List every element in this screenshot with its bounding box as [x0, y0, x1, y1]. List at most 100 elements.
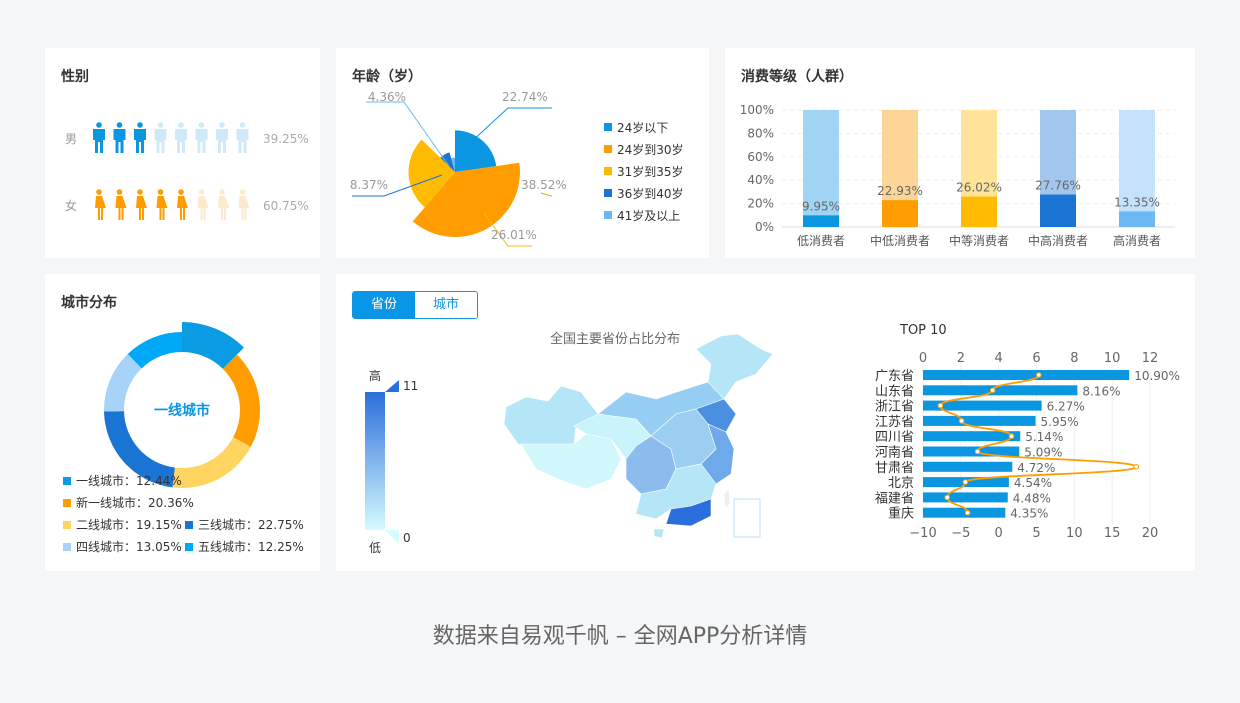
line-axis-tick: 5 — [1032, 526, 1040, 541]
female-icon — [238, 189, 250, 220]
male-icon — [236, 122, 249, 153]
top10-value-label: 4.48% — [1013, 491, 1051, 505]
top10-line-point — [937, 402, 944, 409]
male-icon — [134, 122, 146, 153]
bar — [803, 215, 839, 227]
top10-value-label: 4.54% — [1014, 476, 1052, 490]
visual-map-high-label: 高 — [369, 368, 381, 383]
bar-axis-tick: 6 — [1032, 351, 1040, 366]
top10-category: 四川省 — [875, 430, 914, 445]
top10-value-label: 4.72% — [1017, 461, 1055, 475]
city-legend-item: 二线城市：19.15% — [76, 517, 182, 532]
age-slice-label: 26.01% — [491, 228, 537, 242]
age-legend-item: 36岁到40岁 — [617, 186, 684, 201]
age-panel: 年龄（岁） 22.74% 24岁以下 38.52% 24岁到30岁 26.01% 31岁到… — [336, 48, 709, 258]
visual-map-bar — [365, 392, 385, 530]
bar-axis-tick: 8 — [1070, 351, 1078, 366]
line-axis-tick: 20 — [1142, 526, 1159, 541]
visual-map-min: 0 — [403, 531, 411, 545]
age-rose-chart: 22.74% 24岁以下 38.52% 24岁到30岁 26.01% 31岁到35岁 8.3… — [350, 90, 684, 247]
y-tick-label: 40% — [747, 173, 774, 187]
top10-line-point — [989, 387, 996, 394]
top10-category: 江苏省 — [875, 414, 914, 430]
city-legend-item: 五线城市：12.25% — [198, 539, 304, 554]
top10-category: 福建省 — [875, 491, 914, 506]
visual-map-high-handle[interactable] — [385, 380, 399, 392]
top10-line-point — [1008, 433, 1015, 439]
legend-swatch — [604, 145, 612, 153]
male-icon — [195, 122, 208, 153]
region-taiwan[interactable] — [723, 488, 731, 509]
y-tick-label: 60% — [747, 150, 774, 164]
legend-swatch — [604, 167, 612, 175]
bar — [1119, 211, 1155, 227]
top10-category: 甘肃省 — [875, 461, 914, 476]
city-legend-item: 四线城市：13.05% — [76, 539, 182, 554]
city-panel: 城市分布 一线城市 一线城市：12.44% 新一线城市：20.36% 二线城市：19.… — [45, 274, 320, 571]
bar — [1040, 194, 1076, 227]
gender-label: 女 — [65, 198, 77, 213]
legend-swatch — [63, 477, 71, 485]
top10-category: 北京 — [888, 476, 914, 491]
bar-background — [1119, 110, 1155, 227]
age-legend-item: 24岁以下 — [617, 120, 668, 135]
province-map: 高 11 0 低 全国主要省份占比分布 TOP 10 0 −10 2 −5 4 0 6 5 8 10 10 15 1… — [365, 323, 1180, 555]
consumption-bar-chart: 0% 20% 40% 60% 80% 100% 9.95% 低消费者 22.93% 中低消费者 26… — [740, 103, 1175, 248]
donut-slice — [104, 353, 142, 412]
top10-title: TOP 10 — [899, 323, 947, 338]
male-icon — [216, 122, 228, 153]
visual-map-max: 11 — [403, 379, 418, 393]
top10-category: 重庆 — [888, 506, 914, 522]
top10-bar — [923, 461, 1013, 472]
x-tick-label: 中高消费者 — [1028, 233, 1088, 248]
bar-value-label: 27.76% — [1035, 179, 1081, 193]
bar-value-label: 26.02% — [956, 181, 1002, 195]
legend-swatch — [604, 211, 612, 219]
line-axis-tick: 10 — [1066, 526, 1083, 541]
top10-line-point — [1035, 372, 1042, 378]
line-axis-tick: 15 — [1104, 526, 1121, 541]
bar-axis-tick: 12 — [1142, 351, 1159, 366]
female-icon — [115, 189, 127, 220]
city-legend-item: 一线城市：12.44% — [76, 473, 182, 488]
map-title: 全国主要省份占比分布 — [550, 331, 680, 347]
top10-value-label: 8.16% — [1082, 384, 1120, 398]
bar-value-label: 22.93% — [877, 184, 923, 198]
bar — [961, 196, 997, 227]
female-icon — [177, 189, 188, 220]
age-slice-label: 22.74% — [502, 90, 548, 104]
top10-bar — [923, 492, 1008, 503]
top10-line-point — [974, 448, 981, 455]
consumption-panel: 消费等级（人群） 0% 20% 40% 60% 80% 100% 9.95% 低消费者 22.9… — [725, 48, 1195, 258]
donut-slice — [222, 354, 260, 447]
y-tick-label: 0% — [755, 220, 774, 234]
female-icon — [218, 189, 229, 220]
male-icon — [93, 122, 105, 153]
top10-category: 广东省 — [875, 369, 914, 384]
line-axis-tick: 0 — [995, 526, 1003, 541]
footer-source: 数据来自易观千帆 – 全网APP分析详情 — [432, 624, 808, 649]
legend-swatch — [63, 499, 71, 507]
age-label-line — [540, 192, 552, 197]
region-panel: 省份 城市 高 11 0 低全国主要省份占比分布 TOP 10 0 −10 2 −5 4 0 6 5 8 1… — [336, 274, 1195, 571]
legend-swatch — [604, 123, 612, 131]
x-tick-label: 中等消费者 — [949, 233, 1009, 248]
gender-percent: 39.25% — [263, 132, 309, 146]
top10-bar — [923, 385, 1078, 396]
bar — [882, 200, 918, 227]
city-legend-item: 新一线城市：20.36% — [76, 495, 194, 510]
age-legend-item: 41岁及以上 — [617, 208, 680, 223]
age-legend-item: 31岁到35岁 — [617, 164, 684, 179]
female-icon — [156, 189, 168, 220]
donut-center-label: 一线城市 — [154, 402, 210, 419]
x-tick-label: 中低消费者 — [870, 233, 930, 248]
region-hainan[interactable] — [653, 528, 665, 539]
line-axis-tick: −5 — [951, 526, 970, 541]
top10-category: 浙江省 — [875, 400, 914, 415]
city-legend-item: 三线城市：22.75% — [198, 517, 304, 532]
top10-line-point — [962, 479, 969, 485]
top10-bar — [923, 415, 1036, 426]
y-tick-label: 100% — [740, 103, 774, 117]
visual-map-low-handle[interactable] — [385, 530, 399, 544]
bar-axis-tick: 0 — [919, 351, 927, 366]
